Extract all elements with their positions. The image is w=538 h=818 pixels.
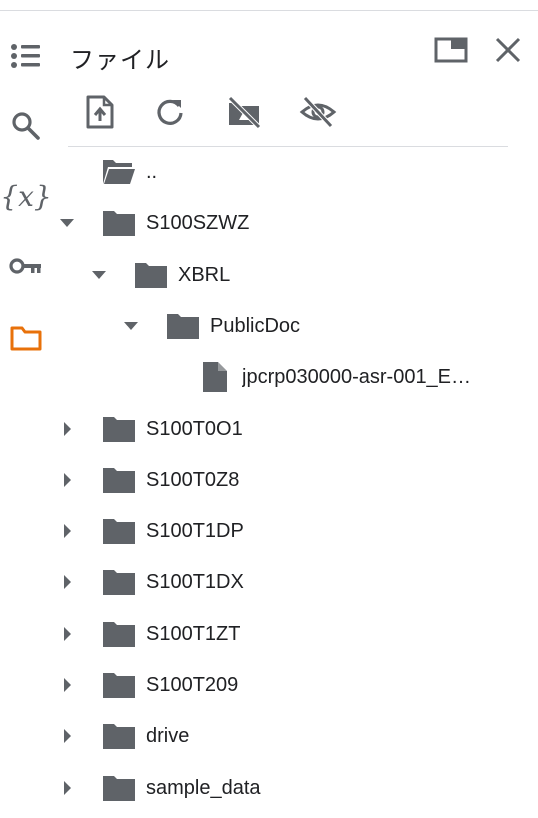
secrets-key-icon [9, 255, 43, 277]
folder-open-icon [102, 157, 136, 187]
caret-down-icon[interactable] [60, 216, 74, 230]
folder-name: S100T1DP [146, 520, 244, 543]
search-icon [10, 110, 42, 142]
folder-item[interactable]: S100T0Z8 [60, 458, 538, 502]
caret-right-icon[interactable] [60, 780, 74, 795]
table-of-contents-icon [10, 42, 42, 70]
folder-icon [102, 721, 136, 751]
folder-name: PublicDoc [210, 314, 301, 337]
folder-name: sample_data [146, 776, 261, 799]
panel-title: ファイル [70, 47, 170, 74]
folder-item[interactable]: XBRL [60, 253, 538, 297]
top-border [0, 10, 538, 11]
folder-name: S100T1ZT [146, 622, 241, 645]
folder-item[interactable]: .. [60, 150, 538, 194]
file-item[interactable]: jpcrp030000-asr-001_E… [60, 355, 538, 399]
folder-name: XBRL [178, 263, 231, 286]
folder-icon [102, 208, 136, 238]
upload-file-icon [85, 95, 115, 134]
folder-icon [134, 260, 168, 290]
file-name: jpcrp030000-asr-001_E… [242, 366, 472, 389]
folder-item[interactable]: S100T1DP [60, 509, 538, 553]
folder-name: S100T0O1 [146, 417, 243, 440]
visibility-off-icon [299, 95, 337, 134]
folder-icon [166, 311, 200, 341]
search-button[interactable] [6, 106, 46, 146]
folder-item[interactable]: sample_data [60, 766, 538, 810]
caret-right-icon[interactable] [60, 472, 74, 487]
close-panel-button[interactable] [488, 32, 528, 72]
files-folder-icon [9, 324, 43, 352]
caret-right-icon[interactable] [60, 421, 74, 436]
drive-off-icon [225, 95, 263, 134]
secrets-button[interactable] [6, 246, 46, 286]
folder-name: .. [146, 161, 158, 183]
file-icon [198, 362, 232, 393]
left-sidebar-rail: {x} [0, 0, 56, 818]
upload-file-button[interactable] [78, 92, 122, 136]
folder-item[interactable]: S100T0O1 [60, 407, 538, 451]
caret-right-icon[interactable] [60, 678, 74, 692]
folder-item[interactable]: S100T1DX [60, 560, 538, 604]
folder-name: S100T1DX [146, 571, 244, 594]
files-button[interactable] [6, 318, 46, 358]
folder-icon [102, 414, 136, 444]
folder-item[interactable]: S100T209 [60, 663, 538, 707]
folder-item[interactable]: drive [60, 714, 538, 758]
folder-name: S100T209 [146, 674, 239, 696]
open-in-window-icon [434, 36, 468, 69]
folder-item[interactable]: PublicDoc [60, 304, 538, 348]
folder-item[interactable]: S100T1ZT [60, 612, 538, 656]
folder-icon [102, 773, 136, 803]
variables-button[interactable]: {x} [0, 176, 51, 216]
toolbar-divider [68, 146, 508, 147]
caret-right-icon[interactable] [60, 729, 74, 744]
table-of-contents-button[interactable] [6, 36, 46, 76]
caret-down-icon[interactable] [124, 319, 138, 333]
folder-item[interactable]: S100SZWZ [60, 201, 538, 245]
folder-icon [102, 516, 136, 546]
folder-icon [102, 465, 136, 495]
refresh-icon [155, 97, 185, 132]
folder-name: S100SZWZ [146, 212, 250, 235]
caret-right-icon[interactable] [60, 575, 74, 590]
close-icon [494, 36, 522, 69]
open-in-tab-button[interactable] [431, 32, 471, 72]
folder-icon [102, 567, 136, 597]
caret-right-icon[interactable] [60, 626, 74, 641]
folder-name: S100T0Z8 [146, 468, 240, 491]
folder-name: drive [146, 725, 190, 748]
caret-right-icon[interactable] [60, 524, 74, 539]
caret-down-icon[interactable] [92, 268, 106, 282]
hidden-files-button[interactable] [296, 92, 340, 136]
variables-icon: {x} [0, 179, 52, 213]
folder-icon [102, 619, 136, 649]
refresh-button[interactable] [148, 92, 192, 136]
folder-icon [102, 670, 136, 700]
mount-drive-button[interactable] [222, 92, 266, 136]
